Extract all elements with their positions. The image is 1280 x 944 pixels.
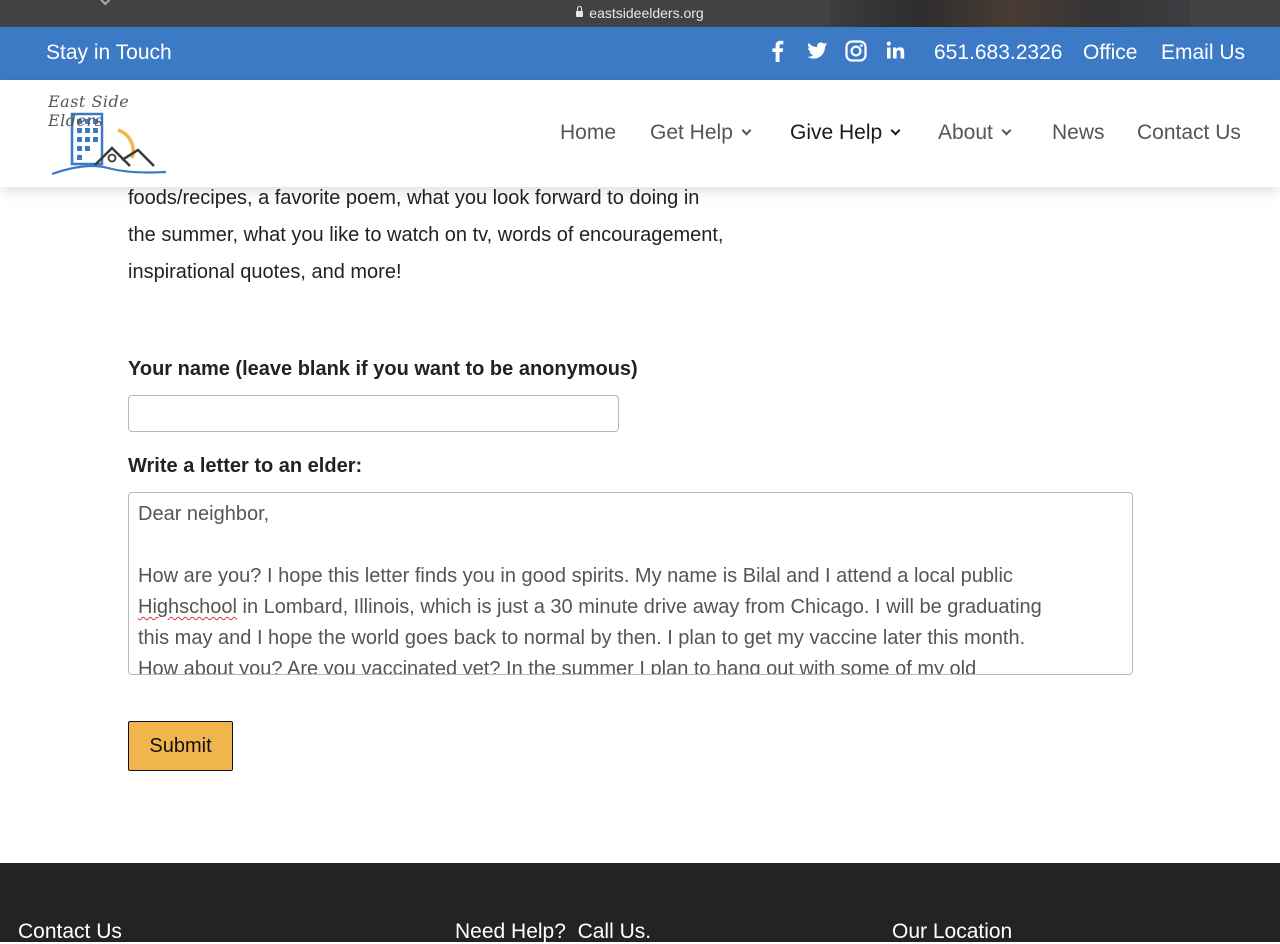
phone-link[interactable]: 651.683.2326	[934, 41, 1062, 65]
nav-home[interactable]: Home	[560, 121, 616, 145]
letter-line: Highschool in Lombard, Illinois, which i…	[138, 592, 1118, 623]
twitter-icon[interactable]	[804, 38, 830, 64]
nav-give-help[interactable]: Give Help	[790, 121, 901, 145]
lock-icon	[576, 6, 584, 17]
instagram-icon[interactable]	[843, 38, 869, 64]
nav-get-help[interactable]: Get Help	[650, 121, 752, 145]
top-contact-bar: Stay in Touch 651.683.2326 Office Email …	[0, 27, 1280, 80]
office-link[interactable]: Office	[1083, 41, 1137, 65]
nav-about[interactable]: About	[938, 121, 1012, 145]
nav-home-label: Home	[560, 121, 617, 144]
intro-line: inspirational quotes, and more!	[128, 261, 402, 283]
footer-location-heading: Our Location	[892, 920, 1013, 943]
site-header: East Side Elders Home Get Help Give Help…	[0, 80, 1280, 187]
nav-news[interactable]: News	[1052, 121, 1105, 145]
letter-label: Write a letter to an elder:	[128, 455, 363, 477]
browser-url-bar: eastsideelders.org	[0, 0, 1280, 27]
stay-in-touch-label: Stay in Touch	[46, 41, 172, 64]
nav-news-label: News	[1052, 121, 1105, 144]
east-side-elders-logo[interactable]: East Side Elders	[46, 90, 170, 180]
intro-line: the summer, what you like to watch on tv…	[128, 224, 724, 246]
nav-give-help-label: Give Help	[790, 121, 883, 144]
submit-button[interactable]: Submit	[128, 721, 233, 771]
footer-contact-heading: Contact Us	[18, 920, 122, 943]
letter-line: How about you? Are you vaccinated yet? I…	[138, 658, 977, 675]
intro-paragraph: foods/recipes, a favorite poem, what you…	[128, 180, 808, 291]
facebook-icon[interactable]	[765, 38, 791, 64]
nav-contact-us[interactable]: Contact Us	[1137, 121, 1241, 145]
nav-about-label: About	[938, 121, 993, 144]
logo-text: East Side Elders	[48, 92, 130, 130]
url-text: eastsideelders.org	[589, 5, 704, 21]
chevron-down-icon	[741, 125, 752, 136]
misspelled-word: Highschool	[138, 596, 237, 618]
letter-line: How are you? I hope this letter finds yo…	[138, 565, 1013, 587]
name-label: Your name (leave blank if you want to be…	[128, 358, 638, 380]
nav-contact-us-label: Contact Us	[1137, 121, 1241, 144]
name-input[interactable]	[128, 395, 619, 432]
chevron-down-icon	[1001, 125, 1012, 136]
letter-line-rest: in Lombard, Illinois, which is just a 30…	[236, 596, 1042, 618]
linkedin-icon[interactable]	[883, 38, 909, 64]
url-display[interactable]: eastsideelders.org	[0, 5, 1280, 21]
chevron-down-icon	[890, 125, 901, 136]
letter-greeting: Dear neighbor,	[138, 503, 270, 525]
letter-line: this may and I hope the world goes back …	[138, 627, 1026, 649]
nav-get-help-label: Get Help	[650, 121, 733, 144]
site-footer: Contact Us Need Help? Call Us. Our Locat…	[0, 863, 1280, 943]
letter-textarea[interactable]: Dear neighbor, How are you? I hope this …	[128, 492, 1133, 675]
email-us-link[interactable]: Email Us	[1161, 41, 1245, 65]
footer-need-help-heading: Need Help? Call Us.	[455, 920, 652, 943]
